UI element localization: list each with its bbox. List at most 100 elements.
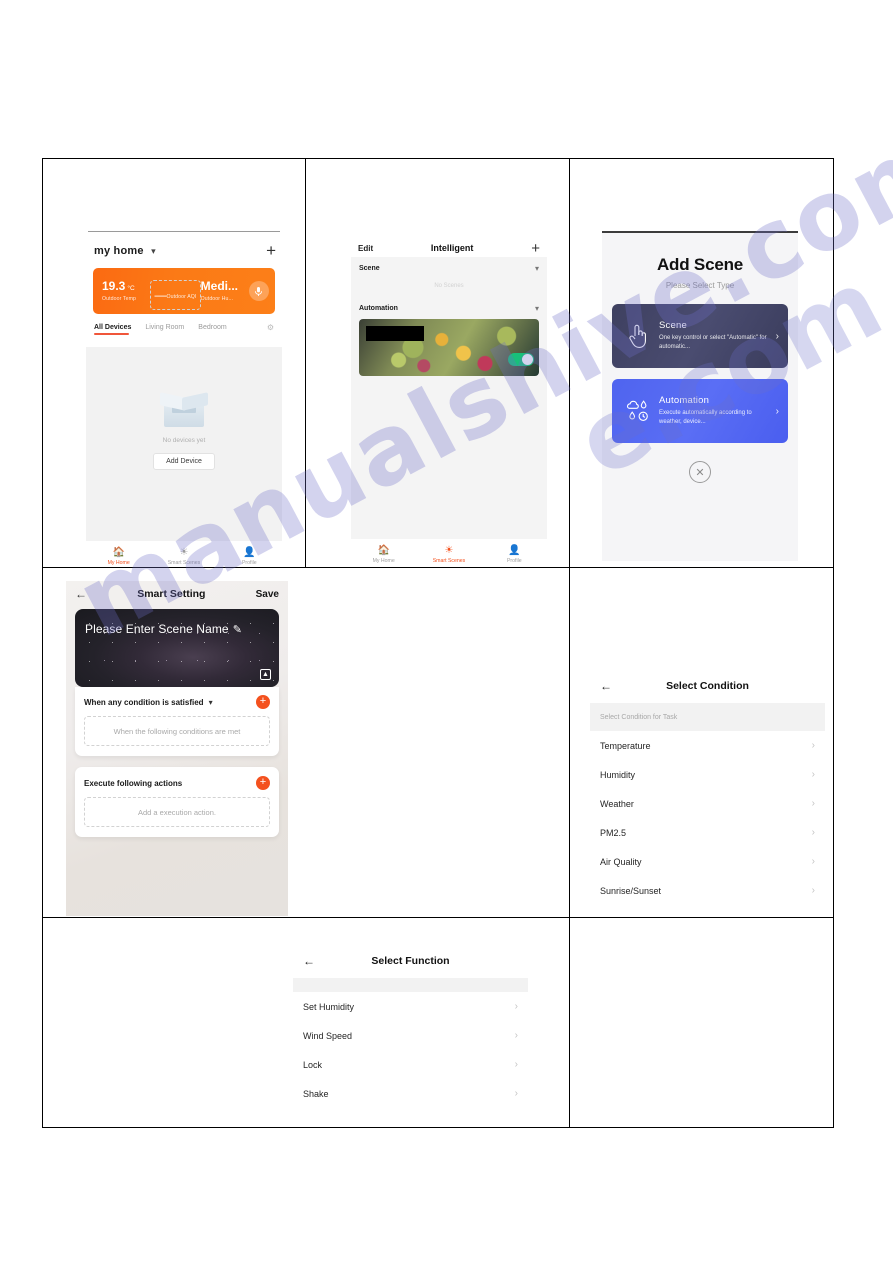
list-item-set-humidity[interactable]: Set Humidity ›	[293, 992, 528, 1021]
nav-item-my-home[interactable]: 🏠 My Home	[351, 545, 416, 564]
list-item-lock[interactable]: Lock ›	[293, 1050, 528, 1079]
option-scene-desc: One key control or select "Automatic" fo…	[659, 335, 767, 350]
document-page: manualshive.com e.com my home ▾ + 19.3 °C…	[0, 0, 893, 1263]
temp-value-wrap: 19.3 °C	[102, 278, 135, 293]
chevron-right-icon: ›	[811, 885, 815, 896]
list-item-label: Air Quality	[600, 856, 642, 867]
page-title: Select Condition	[666, 680, 749, 692]
add-device-button[interactable]: Add Device	[153, 453, 215, 470]
grid-cell-select-function: ← Select Function Set Humidity › Wind Sp…	[42, 917, 570, 1128]
chevron-down-icon[interactable]: ▾	[209, 698, 213, 707]
weather-card[interactable]: 19.3 °C Outdoor Temp — Outdoor AQI Medi..…	[93, 268, 275, 314]
nav-item-profile[interactable]: 👤 Profile	[482, 545, 547, 564]
person-icon: 👤	[243, 546, 256, 558]
list-item-sunrise-sunset[interactable]: Sunrise/Sunset ›	[590, 876, 825, 905]
nav-label-my-home: My Home	[107, 559, 130, 566]
chevron-right-icon: ›	[514, 1088, 518, 1099]
grid-cell-my-home: my home ▾ + 19.3 °C Outdoor Temp — Outdoo…	[42, 158, 306, 568]
home-name-label: my home	[94, 245, 144, 257]
grid-cell-add-scene: Add Scene Please Select Type Scene One k…	[569, 158, 834, 568]
save-button[interactable]: Save	[256, 589, 279, 600]
status-divider	[88, 231, 280, 232]
close-circle-icon[interactable]: ✕	[689, 461, 711, 483]
list-item-label: Temperature	[600, 740, 651, 751]
list-item-weather[interactable]: Weather ›	[590, 789, 825, 818]
page-title: Smart Setting	[137, 588, 206, 600]
action-card-header: Execute following actions +	[84, 776, 270, 790]
person-icon: 👤	[508, 544, 521, 556]
option-automation[interactable]: Automation Execute automatically accordi…	[612, 379, 788, 443]
list-item-label: Weather	[600, 798, 634, 809]
list-item-temperature[interactable]: Temperature ›	[590, 731, 825, 760]
nav-item-profile[interactable]: 👤 Profile	[217, 547, 282, 566]
bottom-nav: 🏠 My Home ☀ Smart Scenes 👤 Profile	[86, 541, 282, 567]
automation-section-label: Automation	[359, 305, 398, 312]
plus-circle-icon[interactable]: +	[256, 776, 270, 790]
grid-cell-intelligent: Edit Intelligent + Scene ▾ No Scenes Aut…	[305, 158, 570, 568]
list-item-shake[interactable]: Shake ›	[293, 1079, 528, 1108]
temp-unit: °C	[127, 284, 135, 292]
chevron-right-icon: ›	[811, 827, 815, 838]
action-placeholder[interactable]: Add a execution action.	[84, 797, 270, 827]
plus-icon[interactable]: +	[531, 241, 540, 256]
option-scene-title: Scene	[659, 320, 687, 331]
weather-drops-icon	[621, 398, 655, 424]
scene-name-hero[interactable]: Please Enter Scene Name ✎ ▲	[75, 609, 279, 687]
intelligent-header: Edit Intelligent +	[351, 239, 547, 257]
scene-section-header[interactable]: Scene ▾	[351, 257, 547, 277]
home-icon: 🏠	[377, 544, 390, 556]
nav-label-smart-scenes: Smart Scenes	[432, 557, 466, 564]
arrow-left-icon[interactable]: ←	[600, 679, 612, 693]
intelligent-body: Scene ▾ No Scenes Automation ▾ 🏠 My Home…	[351, 257, 547, 567]
nav-label-profile: Profile	[506, 557, 522, 564]
nav-item-smart-scenes[interactable]: ☀ Smart Scenes	[416, 545, 481, 564]
pencil-icon[interactable]: ✎	[233, 624, 242, 636]
bottom-nav: 🏠 My Home ☀ Smart Scenes 👤 Profile	[351, 539, 547, 567]
tab-all-devices[interactable]: All Devices	[94, 324, 131, 335]
grid-cell-select-condition: ← Select Condition Select Condition for …	[569, 567, 834, 918]
automation-section-header[interactable]: Automation ▾	[351, 297, 547, 317]
option-scene[interactable]: Scene One key control or select "Automat…	[612, 304, 788, 368]
gear-icon[interactable]: ⚙	[267, 323, 274, 335]
list-item-pm25[interactable]: PM2.5 ›	[590, 818, 825, 847]
microphone-icon[interactable]	[248, 281, 269, 301]
edit-button[interactable]: Edit	[358, 244, 373, 253]
chevron-down-icon: ▾	[534, 304, 539, 313]
phone-screen-select-function: ← Select Function Set Humidity › Wind Sp…	[293, 948, 528, 1123]
list-item-air-quality[interactable]: Air Quality ›	[590, 847, 825, 876]
list-item-wind-speed[interactable]: Wind Speed ›	[293, 1021, 528, 1050]
page-title: Intelligent	[430, 243, 474, 253]
option-scene-text: Scene One key control or select "Automat…	[655, 320, 776, 352]
chevron-right-icon: ›	[775, 330, 779, 342]
plus-circle-icon[interactable]: +	[256, 695, 270, 709]
tab-living-room[interactable]: Living Room	[145, 324, 184, 335]
tab-bedroom[interactable]: Bedroom	[198, 324, 226, 335]
plus-icon[interactable]: +	[266, 242, 276, 259]
list-item-label: PM2.5	[600, 827, 627, 838]
image-picker-icon[interactable]: ▲	[260, 669, 271, 680]
chevron-right-icon: ›	[811, 740, 815, 751]
condition-placeholder[interactable]: When the following conditions are met	[84, 716, 270, 746]
weather-metric-aqi: — Outdoor AQI	[150, 279, 201, 310]
section-spacer	[293, 978, 528, 992]
nav-label-smart-scenes: Smart Scenes	[167, 559, 201, 566]
automation-toggle[interactable]	[508, 353, 534, 366]
chevron-right-icon: ›	[811, 856, 815, 867]
list-item-label: Humidity	[600, 769, 636, 780]
list-item-label: Lock	[303, 1059, 323, 1070]
scene-empty-text: No Scenes	[434, 283, 464, 289]
arrow-left-icon[interactable]: ←	[303, 954, 315, 968]
list-item-humidity[interactable]: Humidity ›	[590, 760, 825, 789]
room-tabs: All Devices Living Room Bedroom ⚙	[86, 323, 282, 335]
arrow-left-icon[interactable]: ←	[75, 587, 87, 601]
automation-card[interactable]	[359, 319, 539, 376]
nav-item-smart-scenes[interactable]: ☀ Smart Scenes	[151, 547, 216, 566]
select-condition-header: ← Select Condition	[590, 673, 825, 699]
nav-item-my-home[interactable]: 🏠 My Home	[86, 547, 151, 566]
condition-card: When any condition is satisfied ▾ + When…	[75, 687, 279, 756]
home-selector[interactable]: my home ▾	[94, 241, 156, 259]
top-divider	[602, 231, 798, 233]
page-subtitle: Please Select Type	[665, 281, 735, 290]
empty-state-text: No devices yet	[162, 437, 206, 444]
chevron-right-icon: ›	[811, 798, 815, 809]
